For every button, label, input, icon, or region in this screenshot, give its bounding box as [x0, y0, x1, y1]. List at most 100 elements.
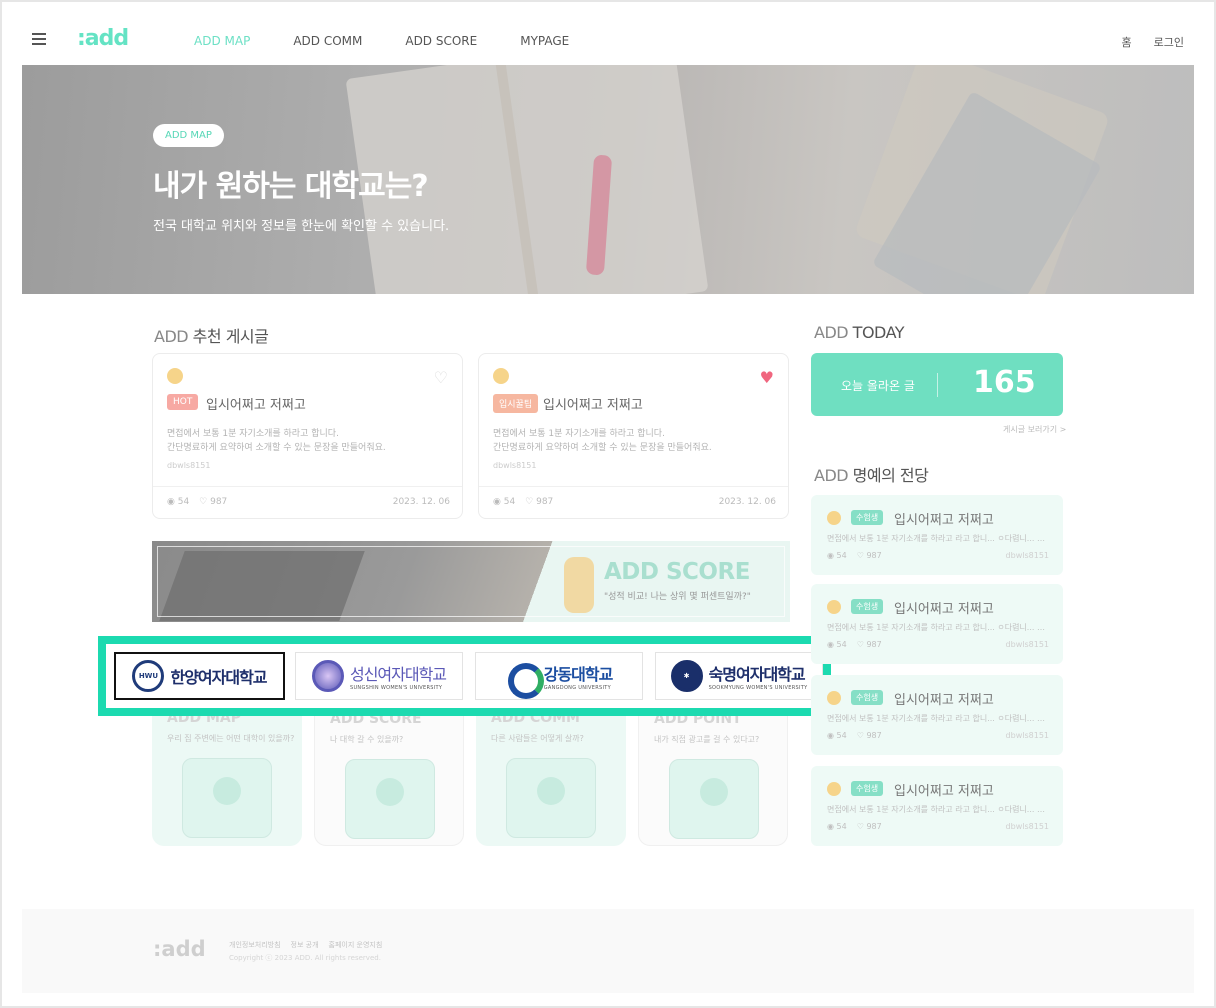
community-illustration — [506, 758, 596, 838]
view-posts-link[interactable]: 게시글 보러가기 > — [1003, 424, 1066, 435]
service-card-add-point[interactable]: ADD POINT 내가 직접 광고를 걸 수 있다고? — [638, 700, 788, 846]
fame-item[interactable]: 수험생 입시어쩌고 저쩌고 면접에서 보통 1분 자기소개를 하라고 라고 합니… — [811, 766, 1063, 846]
likes-value: 987 — [866, 551, 882, 560]
fame-tag: 수험생 — [851, 781, 884, 796]
post-date: 2023. 12. 06 — [718, 497, 776, 507]
views-value: 54 — [836, 822, 847, 831]
university-sungshin-womens[interactable]: 성신여자대학교 SUNGSHIN WOMEN'S UNIVERSITY — [295, 652, 463, 700]
post-author: dbwls8151 — [493, 461, 537, 470]
today-section-title: ADD TODAY — [814, 323, 905, 342]
post-card[interactable]: ♥ 입시꿀팁 입시어쩌고 저쩌고 면접에서 보통 1분 자기소개를 하라고 합니… — [478, 353, 789, 519]
fame-description: 면접에서 보통 1분 자기소개를 하라고 라고 합니... ㅇ다렴니... ㅇ다… — [827, 534, 1049, 543]
fame-meta: ◉ 54 ♡ 987 — [827, 551, 882, 560]
eye-icon: ◉ — [827, 822, 837, 831]
fame-tag: 수험생 — [851, 510, 884, 525]
fame-meta: ◉ 54 ♡ 987 — [827, 822, 882, 831]
university-gangdong[interactable]: 강동대학교 GANGDONG UNIVERSITY — [475, 652, 643, 700]
post-author: dbwls8151 — [167, 461, 211, 470]
home-link[interactable]: 홈 — [1122, 34, 1132, 50]
likes-value: 987 — [866, 731, 882, 740]
fame-description: 면접에서 보통 1분 자기소개를 하라고 라고 합니... ㅇ다렴니... ㅇ다… — [827, 623, 1049, 632]
service-subtitle: 내가 직접 광고를 걸 수 있다고? — [654, 735, 760, 744]
university-sookmyung-womens[interactable]: ✱ 숙명여자대학교 SOOKMYUNG WOMEN'S UNIVERSITY — [655, 652, 823, 700]
university-name: 성신여자대학교 — [349, 665, 447, 684]
footer-logo[interactable]: :add — [153, 937, 206, 961]
service-card-add-map[interactable]: ADD MAP 우리 집 주변에는 어떤 대학이 있을까? — [152, 700, 302, 846]
likes-count: ♡ 987 — [857, 640, 882, 649]
university-name: 한양여자대학교 — [170, 668, 267, 687]
fame-item[interactable]: 수험생 입시어쩌고 저쩌고 면접에서 보통 1분 자기소개를 하라고 라고 합니… — [811, 495, 1063, 575]
university-names: 성신여자대학교 SUNGSHIN WOMEN'S UNIVERSITY — [349, 661, 447, 691]
add-score-banner[interactable]: ADD SCORE "성적 비교! 나는 상위 몇 퍼센트일까?" — [152, 541, 790, 622]
service-subtitle: 우리 집 주변에는 어떤 대학이 있을까? — [167, 734, 295, 743]
heart-small-icon: ♡ — [199, 497, 211, 507]
emoji-icon — [827, 600, 841, 614]
banner-title: ADD SCORE — [604, 559, 750, 585]
logo[interactable]: :add — [77, 26, 129, 51]
likes-count: ♡ 987 — [525, 497, 553, 507]
fame-meta: ◉ 54 ♡ 987 — [827, 731, 882, 740]
likes-value: 987 — [210, 497, 228, 507]
university-hanyang-womens[interactable]: HWU 한양여자대학교 — [114, 652, 285, 700]
login-link[interactable]: 로그인 — [1154, 34, 1184, 50]
service-card-add-comm[interactable]: ADD COMM 다른 사람들은 어떻게 살까? — [476, 700, 626, 846]
university-english-name: SUNGSHIN WOMEN'S UNIVERSITY — [349, 685, 443, 691]
today-count: 165 — [973, 365, 1036, 400]
fame-description: 면접에서 보통 1분 자기소개를 하라고 라고 합니... ㅇ다렴니... ㅇ다… — [827, 805, 1049, 814]
eye-icon: ◉ — [827, 640, 837, 649]
recommended-title: 추천 게시글 — [188, 327, 269, 346]
views-count: ◉ 54 — [827, 640, 847, 649]
heart-small-icon: ♡ — [856, 822, 867, 831]
emoji-icon — [167, 368, 183, 384]
student-illustration — [564, 557, 594, 613]
post-title[interactable]: 입시어쩌고 저쩌고 — [543, 394, 643, 413]
post-description: 면접에서 보통 1분 자기소개를 하라고 합니다. 간단명료하게 요약하여 소개… — [493, 427, 712, 455]
views-value: 54 — [836, 640, 847, 649]
heart-icon[interactable]: ♥ — [760, 368, 774, 387]
nav-mypage[interactable]: MYPAGE — [520, 34, 569, 48]
views-count: ◉ 54 — [827, 731, 847, 740]
header: :add ADD MAP ADD COMM ADD SCORE MYPAGE 홈… — [22, 22, 1194, 64]
emoji-icon — [493, 368, 509, 384]
nav-add-map[interactable]: ADD MAP — [194, 34, 250, 48]
hero-title: 내가 원하는 대학교는? — [153, 169, 429, 204]
point-illustration — [669, 759, 759, 839]
map-illustration — [182, 758, 272, 838]
menu-icon[interactable] — [32, 33, 46, 45]
footer: :add 개인정보처리방침 정보 공개 홈페이지 운영지침 Copyright … — [22, 909, 1194, 993]
footer-links: 개인정보처리방침 정보 공개 홈페이지 운영지침 — [229, 940, 382, 950]
score-illustration — [345, 759, 435, 839]
nav-add-score[interactable]: ADD SCORE — [405, 34, 477, 48]
post-desc-line: 면접에서 보통 1분 자기소개를 하라고 합니다. — [493, 429, 665, 439]
post-tag: 입시꿀팁 — [493, 394, 539, 413]
fame-item[interactable]: 수험생 입시어쩌고 저쩌고 면접에서 보통 1분 자기소개를 하라고 라고 합니… — [811, 675, 1063, 755]
today-title-prefix: ADD — [814, 323, 849, 342]
likes-count: ♡ 987 — [857, 551, 882, 560]
info-disclosure-link[interactable]: 정보 공개 — [291, 940, 319, 950]
post-desc-line: 간단명료하게 요약하여 소개할 수 있는 문장을 만들어줘요. — [493, 443, 712, 453]
post-tag: HOT — [167, 394, 199, 410]
university-english-name: SOOKMYUNG WOMEN'S UNIVERSITY — [708, 685, 808, 691]
privacy-policy-link[interactable]: 개인정보처리방침 — [229, 940, 281, 950]
emoji-icon — [827, 511, 841, 525]
post-desc-line: 간단명료하게 요약하여 소개할 수 있는 문장을 만들어줘요. — [167, 443, 386, 453]
fame-title: 명예의 전당 — [848, 466, 929, 485]
service-subtitle: 나 대학 갈 수 있을까? — [330, 735, 404, 744]
post-desc-line: 면접에서 보통 1분 자기소개를 하라고 합니다. — [167, 429, 339, 439]
views-count: ◉ 54 — [827, 551, 847, 560]
hero-badge: ADD MAP — [153, 124, 224, 147]
site-policy-link[interactable]: 홈페이지 운영지침 — [329, 940, 383, 950]
post-card[interactable]: ♡ HOT 입시어쩌고 저쩌고 면접에서 보통 1분 자기소개를 하라고 합니다… — [152, 353, 463, 519]
fame-tag: 수험생 — [851, 690, 884, 705]
heart-icon[interactable]: ♡ — [434, 368, 448, 387]
nav-add-comm[interactable]: ADD COMM — [293, 34, 362, 48]
recommended-section-title: ADD 추천 게시글 — [154, 323, 269, 347]
heart-small-icon: ♡ — [525, 497, 537, 507]
service-card-add-score[interactable]: ADD SCORE 나 대학 갈 수 있을까? — [314, 700, 464, 846]
eye-icon: ◉ — [827, 731, 837, 740]
fame-item[interactable]: 수험생 입시어쩌고 저쩌고 면접에서 보통 1분 자기소개를 하라고 라고 합니… — [811, 584, 1063, 664]
fame-title-text: 입시어쩌고 저쩌고 — [894, 513, 994, 528]
post-title[interactable]: 입시어쩌고 저쩌고 — [206, 394, 306, 413]
hanyang-seal-icon: HWU — [132, 660, 165, 692]
today-separator — [937, 373, 938, 397]
